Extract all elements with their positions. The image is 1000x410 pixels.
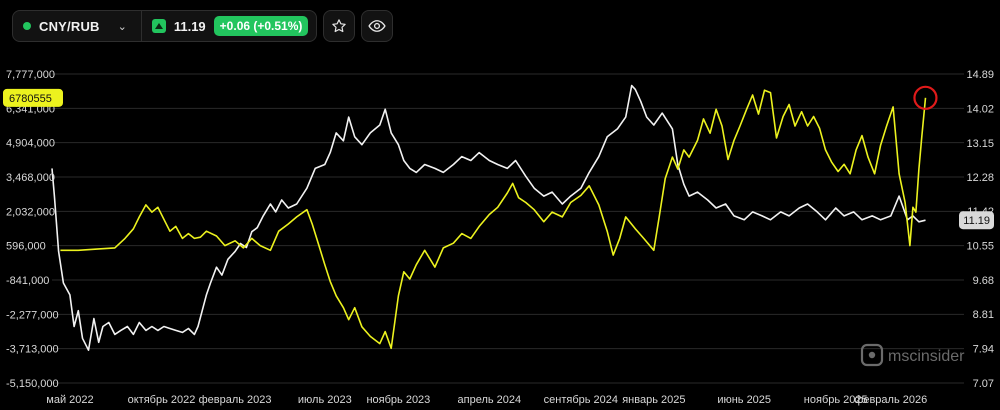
left-tick-label: -841,000 <box>6 275 49 287</box>
x-tick-label: июнь 2025 <box>717 394 771 406</box>
left-tick-label: 3,468,000 <box>6 172 55 184</box>
x-tick-label: февраль 2026 <box>854 394 927 406</box>
x-tick-label: октябрь 2022 <box>128 394 196 406</box>
left-value-marker-label: 6780555 <box>9 93 52 105</box>
left-tick-label: -2,277,000 <box>6 309 59 321</box>
right-value-marker-label: 11.19 <box>963 215 990 227</box>
right-tick-label: 13.15 <box>966 138 994 150</box>
right-tick-label: 12.28 <box>966 172 994 184</box>
x-tick-label: май 2022 <box>46 394 93 406</box>
left-axis: 7,777,0006,341,0004,904,0003,468,0002,03… <box>6 69 59 390</box>
x-tick-label: июль 2023 <box>298 394 352 406</box>
left-tick-label: 2,032,000 <box>6 206 55 218</box>
right-axis: 14.8914.0213.1512.2811.4210.559.688.817.… <box>966 69 994 390</box>
x-tick-label: сентябрь 2024 <box>544 394 618 406</box>
watermark-logo-icon <box>860 343 884 367</box>
left-tick-label: -5,150,000 <box>6 378 59 390</box>
x-tick-label: ноябрь 2023 <box>366 394 430 406</box>
right-tick-label: 7.94 <box>973 344 994 356</box>
watermark-text: mscinsider <box>888 348 965 365</box>
right-tick-label: 7.07 <box>973 378 994 390</box>
x-tick-label: апрель 2024 <box>458 394 522 406</box>
left-tick-label: 596,000 <box>6 241 46 253</box>
right-tick-label: 8.81 <box>973 309 994 321</box>
right-tick-label: 10.55 <box>966 240 994 252</box>
left-tick-label: 7,777,000 <box>6 69 55 81</box>
right-tick-label: 14.89 <box>966 69 994 81</box>
x-axis: май 2022 октябрь 2022 февраль 2023 июль 202… <box>46 394 927 406</box>
right-tick-label: 14.02 <box>966 103 994 115</box>
left-axis-series-line <box>60 89 927 350</box>
watermark: mscinsider <box>860 343 965 367</box>
left-tick-label: 4,904,000 <box>6 138 55 150</box>
x-tick-label: февраль 2023 <box>199 394 272 406</box>
right-tick-label: 9.68 <box>973 275 994 287</box>
x-tick-label: январь 2025 <box>622 394 685 406</box>
grid-lines <box>52 73 964 384</box>
series-layer <box>51 84 927 351</box>
left-tick-label: -3,713,000 <box>6 344 59 356</box>
price-chart[interactable]: mscinsider 7,777,0006,341,0004,904,0003,… <box>0 0 1000 410</box>
